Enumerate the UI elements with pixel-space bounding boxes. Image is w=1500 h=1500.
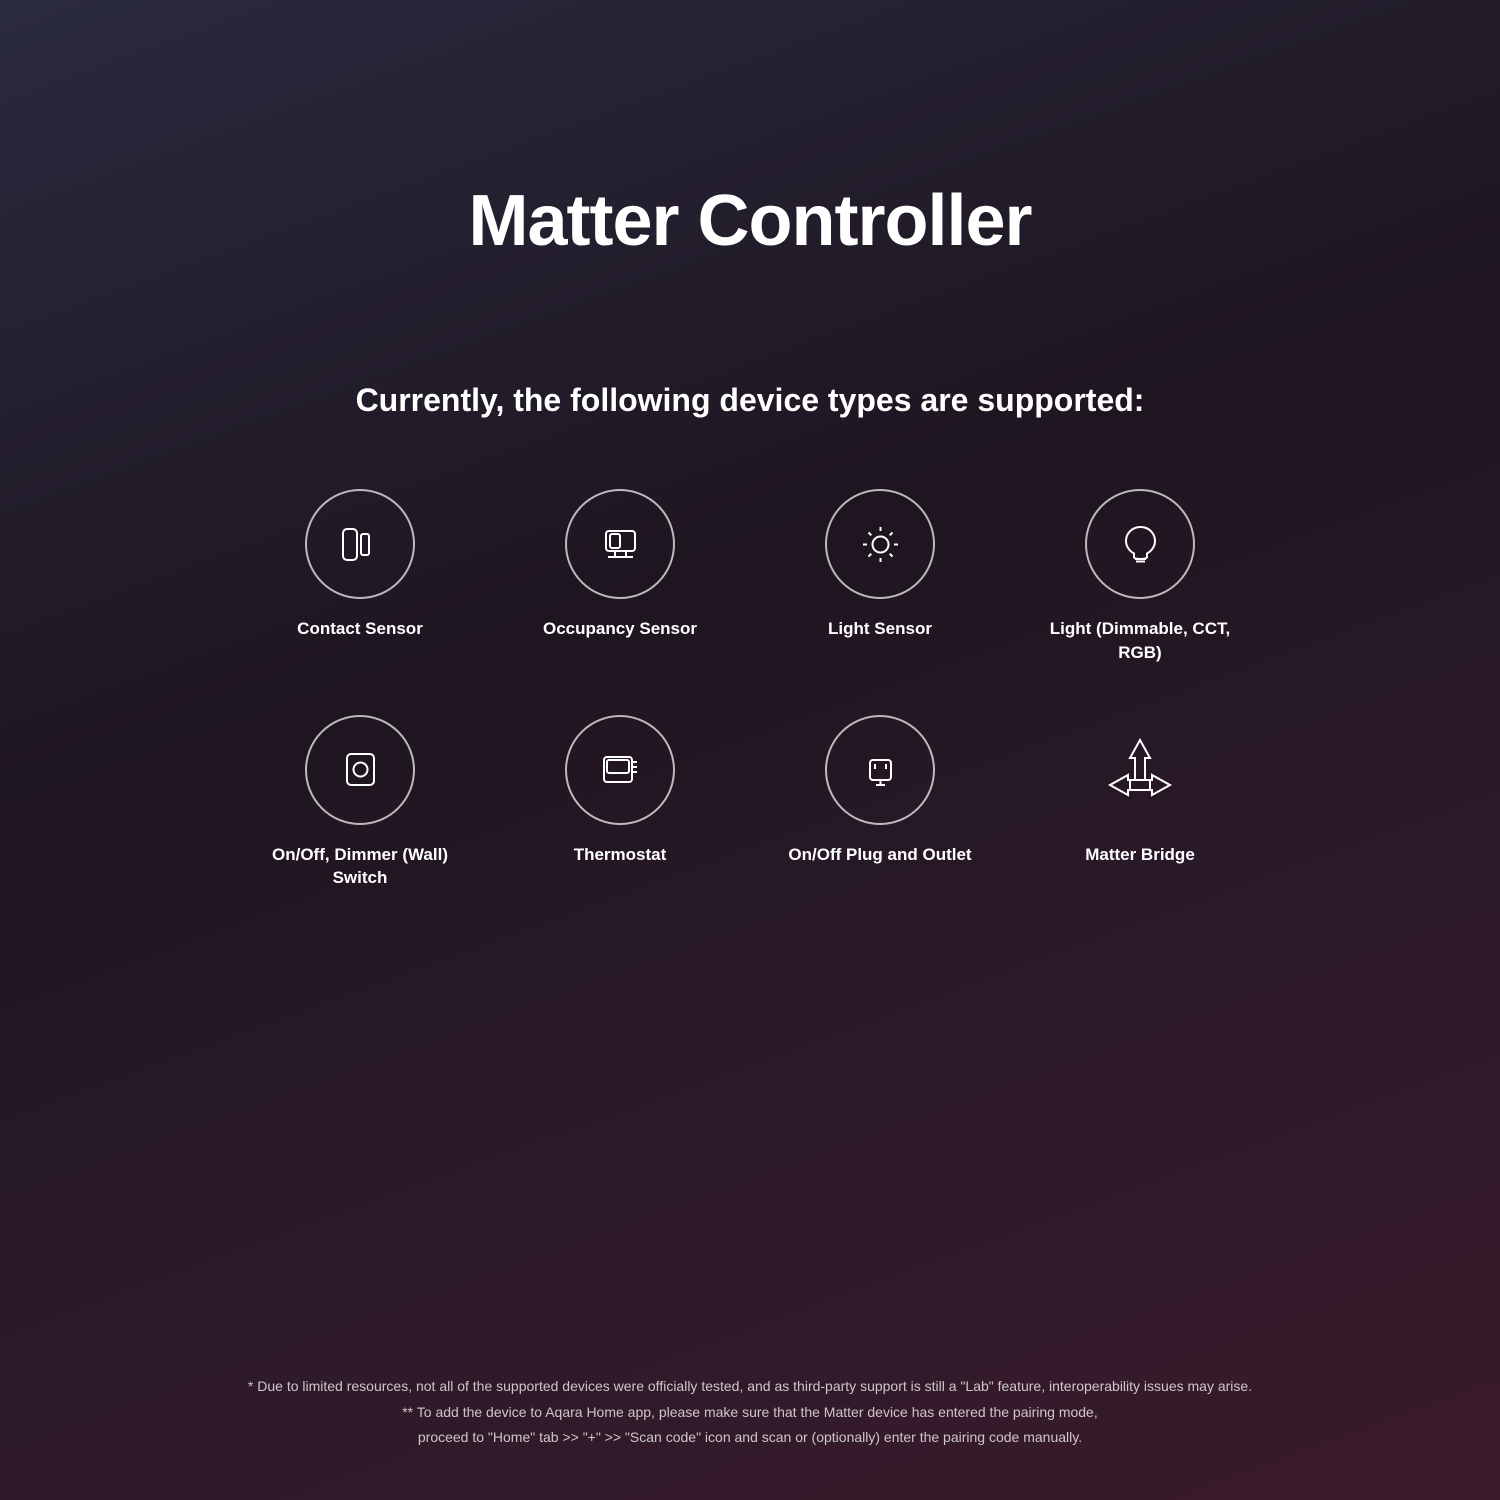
device-item-matter-bridge: Matter Bridge — [1040, 715, 1240, 867]
device-item-plug-outlet: On/Off Plug and Outlet — [780, 715, 980, 867]
occupancy-sensor-icon-circle — [565, 489, 675, 599]
light-sensor-icon-circle — [825, 489, 935, 599]
device-item-contact-sensor: Contact Sensor — [260, 489, 460, 641]
footnote3: proceed to "Home" tab >> "+" >> "Scan co… — [80, 1425, 1420, 1450]
footnote1: * Due to limited resources, not all of t… — [80, 1374, 1420, 1399]
page-title: Matter Controller — [468, 180, 1031, 262]
light-dimmable-icon-circle — [1085, 489, 1195, 599]
thermostat-icon-circle — [565, 715, 675, 825]
device-item-thermostat: Thermostat — [520, 715, 720, 867]
matter-bridge-label: Matter Bridge — [1085, 843, 1195, 867]
wall-switch-label: On/Off, Dimmer (Wall) Switch — [260, 843, 460, 891]
footnotes: * Due to limited resources, not all of t… — [0, 1374, 1500, 1450]
device-item-occupancy-sensor: Occupancy Sensor — [520, 489, 720, 641]
light-sensor-label: Light Sensor — [828, 617, 932, 641]
light-dimmable-label: Light (Dimmable, CCT, RGB) — [1040, 617, 1240, 665]
occupancy-sensor-label: Occupancy Sensor — [543, 617, 697, 641]
wall-switch-icon-circle — [305, 715, 415, 825]
contact-sensor-label: Contact Sensor — [297, 617, 423, 641]
device-item-wall-switch: On/Off, Dimmer (Wall) Switch — [260, 715, 460, 891]
subtitle: Currently, the following device types ar… — [356, 382, 1145, 419]
devices-grid: Contact Sensor Occupancy Sensor — [260, 489, 1240, 890]
footnote2: ** To add the device to Aqara Home app, … — [80, 1400, 1420, 1425]
device-item-light-sensor: Light Sensor — [780, 489, 980, 641]
plug-outlet-label: On/Off Plug and Outlet — [788, 843, 971, 867]
plug-outlet-icon-circle — [825, 715, 935, 825]
thermostat-label: Thermostat — [574, 843, 667, 867]
device-item-light-dimmable: Light (Dimmable, CCT, RGB) — [1040, 489, 1240, 665]
matter-bridge-icon — [1085, 715, 1195, 825]
contact-sensor-icon-circle — [305, 489, 415, 599]
